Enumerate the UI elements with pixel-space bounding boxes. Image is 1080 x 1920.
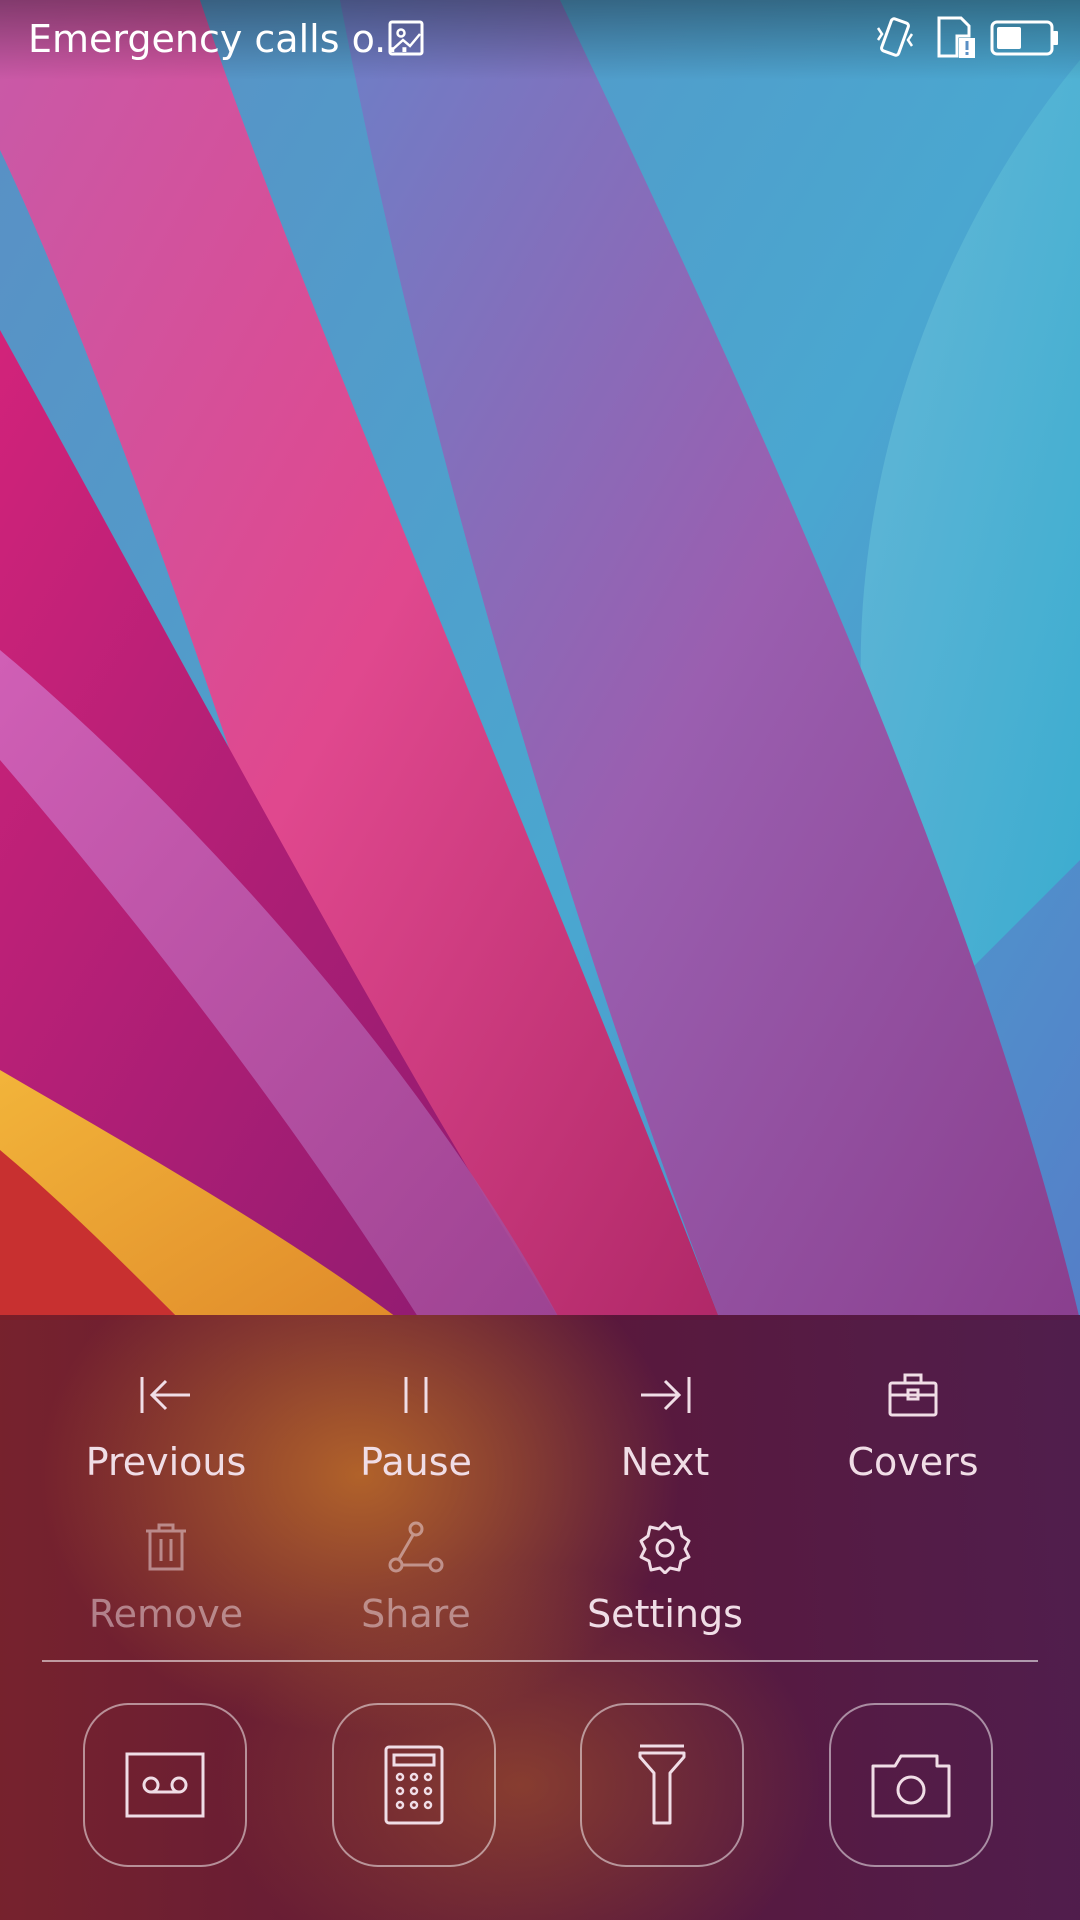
flashlight-shortcut-button[interactable] [580,1703,744,1867]
skip-next-icon [641,1377,691,1413]
sim-alert-icon [937,16,975,58]
settings-label: Settings [587,1592,743,1636]
pause-button[interactable]: Pause [291,1365,541,1487]
next-button[interactable]: Next [540,1365,790,1487]
flashlight-icon [638,1744,686,1825]
camera-shortcut-button[interactable] [829,1703,993,1867]
calculator-icon [384,1745,444,1825]
share-icon [388,1521,444,1573]
covers-button[interactable]: Covers [788,1365,1038,1487]
previous-label: Previous [85,1440,247,1484]
covers-label: Covers [847,1440,979,1484]
vibrate-icon [876,17,914,57]
remove-button[interactable]: Remove [41,1517,291,1639]
carrier-text: Emergency calls o... [28,17,411,61]
remove-label: Remove [88,1592,244,1636]
lock-screen: Emergency calls o... Previous Pause Next… [0,0,1080,1920]
camera-icon [871,1754,951,1818]
battery-icon [990,20,1058,56]
gear-icon [639,1521,691,1574]
recorder-shortcut-button[interactable] [83,1703,247,1867]
next-label: Next [620,1440,710,1484]
calculator-shortcut-button[interactable] [332,1703,496,1867]
recorder-icon [125,1752,205,1818]
share-label: Share [361,1592,471,1636]
pause-icon [404,1377,428,1413]
image-notification-icon [388,20,424,56]
status-bar: Emergency calls o... [0,0,1080,80]
briefcase-icon [888,1373,938,1417]
trash-icon [146,1523,186,1571]
divider [42,1660,1038,1662]
skip-previous-icon [140,1377,190,1413]
previous-button[interactable]: Previous [41,1365,291,1487]
lock-screen-control-panel: Previous Pause Next Covers Remove Share … [0,1315,1080,1920]
settings-button[interactable]: Settings [540,1517,790,1639]
pause-label: Pause [360,1440,472,1484]
share-button[interactable]: Share [291,1517,541,1639]
